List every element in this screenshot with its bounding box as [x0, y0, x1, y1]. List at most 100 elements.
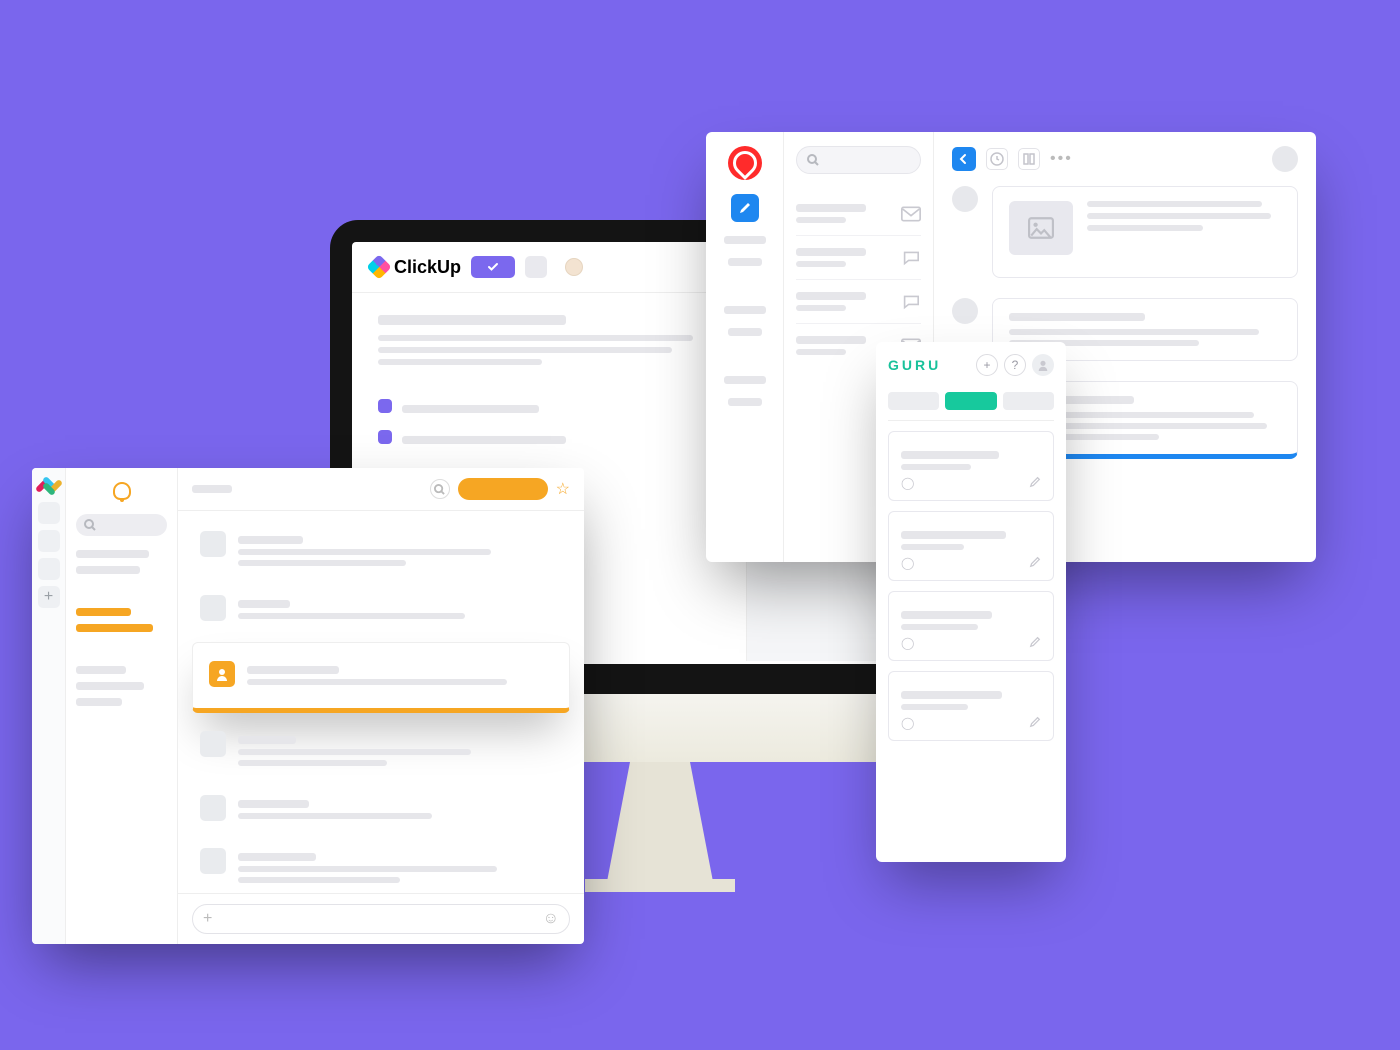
avatar-icon[interactable] — [1032, 354, 1054, 376]
edit-icon[interactable] — [1029, 716, 1041, 728]
workspace-item[interactable] — [38, 530, 60, 552]
text-skeleton — [1087, 225, 1203, 231]
text-skeleton — [238, 560, 406, 566]
text-skeleton — [238, 736, 296, 744]
crm-logo-icon — [728, 146, 762, 180]
tab-active[interactable] — [945, 392, 996, 410]
back-button[interactable] — [952, 147, 976, 171]
guru-card[interactable]: ◯ — [888, 511, 1054, 581]
nav-item[interactable] — [76, 698, 122, 706]
avatar-icon — [200, 795, 226, 821]
compose-button[interactable] — [731, 194, 759, 222]
emoji-icon[interactable]: ☺ — [543, 910, 559, 928]
avatar-icon[interactable] — [565, 258, 583, 276]
tab[interactable] — [888, 392, 939, 410]
add-button[interactable]: + — [976, 354, 998, 376]
message-row-highlight[interactable] — [192, 642, 570, 713]
checkbox-icon[interactable] — [378, 430, 392, 444]
channel-name-skeleton — [192, 485, 232, 493]
verify-icon[interactable]: ◯ — [901, 476, 914, 490]
subtask-row[interactable] — [378, 399, 720, 418]
bell-icon[interactable] — [113, 482, 131, 500]
edit-icon[interactable] — [1029, 556, 1041, 568]
nav-item[interactable] — [76, 550, 149, 558]
avatar-icon — [200, 531, 226, 557]
feed-card[interactable] — [992, 186, 1298, 278]
avatar-icon — [952, 186, 978, 212]
message-row[interactable] — [178, 719, 584, 783]
list-item[interactable] — [796, 280, 921, 324]
checkbox-icon[interactable] — [378, 399, 392, 413]
search-icon — [434, 484, 445, 495]
text-skeleton — [901, 451, 999, 459]
search-icon — [84, 519, 96, 531]
search-icon — [807, 154, 819, 166]
text-skeleton — [238, 760, 387, 766]
detail-toolbar: ••• — [952, 146, 1298, 172]
verify-icon[interactable]: ◯ — [901, 716, 914, 730]
sidebar-search[interactable] — [76, 514, 167, 536]
avatar-icon — [209, 661, 235, 687]
text-skeleton — [796, 305, 846, 311]
message-row[interactable] — [178, 583, 584, 636]
clock-button[interactable] — [986, 148, 1008, 170]
mail-icon — [901, 206, 921, 222]
list-item[interactable] — [796, 192, 921, 236]
help-icon: ? — [1012, 358, 1019, 372]
text-skeleton — [796, 292, 866, 300]
channel-header: ☆ — [178, 468, 584, 511]
tab[interactable] — [1003, 392, 1054, 410]
primary-action-button[interactable] — [458, 478, 548, 500]
text-skeleton — [901, 611, 992, 619]
edit-icon[interactable] — [1029, 636, 1041, 648]
message-row[interactable] — [178, 519, 584, 583]
slack-logo-icon — [39, 476, 59, 496]
avatar-icon — [200, 848, 226, 874]
help-button[interactable]: ? — [1004, 354, 1026, 376]
text-skeleton — [238, 866, 497, 872]
status-pill[interactable] — [471, 256, 515, 278]
text-skeleton — [247, 666, 339, 674]
workspace-item[interactable] — [38, 502, 60, 524]
image-placeholder-icon — [1009, 201, 1073, 255]
nav-item[interactable] — [76, 566, 140, 574]
list-item[interactable] — [796, 236, 921, 280]
nav-item-active[interactable] — [76, 624, 153, 632]
title-skeleton — [378, 315, 566, 325]
guru-card[interactable]: ◯ — [888, 591, 1054, 661]
nav-item[interactable] — [76, 666, 126, 674]
secondary-pill[interactable] — [525, 256, 547, 278]
text-skeleton — [796, 349, 846, 355]
guru-card[interactable]: ◯ — [888, 431, 1054, 501]
list-search[interactable] — [796, 146, 921, 174]
text-skeleton — [238, 549, 491, 555]
add-workspace-button[interactable]: + — [38, 586, 60, 608]
more-icon[interactable]: ••• — [1050, 150, 1073, 168]
guru-card[interactable]: ◯ — [888, 671, 1054, 741]
plus-icon[interactable]: + — [203, 910, 212, 928]
verify-icon[interactable]: ◯ — [901, 636, 914, 650]
avatar-icon — [200, 595, 226, 621]
text-skeleton — [901, 531, 1006, 539]
clock-icon — [990, 152, 1004, 166]
message-row[interactable] — [178, 836, 584, 893]
search-button[interactable] — [430, 479, 450, 499]
text-skeleton — [238, 613, 465, 619]
star-icon[interactable]: ☆ — [556, 479, 570, 499]
text-skeleton — [238, 853, 316, 861]
guru-header: GURU + ? — [888, 354, 1054, 376]
nav-item[interactable] — [76, 682, 144, 690]
avatar-icon[interactable] — [1272, 146, 1298, 172]
verify-icon[interactable]: ◯ — [901, 556, 914, 570]
plus-icon: + — [983, 358, 990, 372]
nav-item-active[interactable] — [76, 608, 131, 616]
columns-button[interactable] — [1018, 148, 1040, 170]
workspace-item[interactable] — [38, 558, 60, 580]
message-input[interactable]: + ☺ — [192, 904, 570, 934]
message-row[interactable] — [178, 783, 584, 836]
clickup-brand-label: ClickUp — [394, 257, 461, 278]
rail-skeleton — [728, 258, 762, 266]
subtask-row[interactable] — [378, 430, 720, 449]
edit-icon[interactable] — [1029, 476, 1041, 488]
text-skeleton — [238, 600, 290, 608]
